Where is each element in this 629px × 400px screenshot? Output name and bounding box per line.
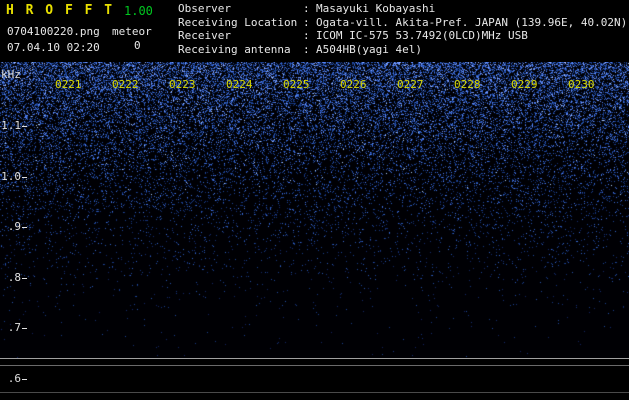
station-info-label: Receiving antenna (178, 42, 291, 56)
hrofft-screen: H R O F F T 1.00 0704100220.png meteor 0… (0, 0, 629, 400)
freq-tick-label: 1.0 (1, 170, 21, 183)
app-title: H R O F F T (6, 3, 115, 18)
time-tick-label: 0224 (226, 78, 253, 91)
freq-tick-mark (22, 327, 27, 329)
time-tick-label: 0229 (511, 78, 538, 91)
freq-tick: .8 (0, 272, 27, 284)
station-info-separator: : (303, 29, 310, 42)
freq-tick: .9 (0, 221, 27, 233)
station-info-label: Observer (178, 2, 231, 15)
signal-strip-line (0, 365, 629, 366)
time-tick-label: 0222 (112, 78, 139, 91)
station-info-label: Receiver (178, 29, 231, 42)
spectrogram-canvas (0, 62, 629, 358)
signal-strip-line (0, 392, 629, 393)
station-info-separator: : (303, 42, 310, 56)
time-tick-label: 0221 (55, 78, 82, 91)
time-tick-label: 0230 (568, 78, 595, 91)
freq-tick: .7 (0, 322, 27, 334)
freq-tick-mark (22, 277, 27, 279)
freq-tick-label: .6 (7, 372, 21, 385)
station-info-separator: : (303, 15, 310, 29)
freq-tick-label: 1.1 (1, 119, 21, 132)
freq-tick-mark (22, 125, 27, 127)
freq-axis-unit: kHz (1, 68, 21, 81)
station-info-row: Receiver: ICOM IC-575 53.7492(0LCD)MHz US… (178, 29, 627, 43)
time-tick-label: 0225 (283, 78, 310, 91)
station-info-value: A504HB(yagi 4el) (316, 42, 422, 56)
station-info-row: Receiving antenna: A504HB(yagi 4el) (178, 43, 627, 57)
station-info-value: Masayuki Kobayashi (316, 2, 436, 15)
freq-tick: 1.1 (0, 120, 27, 132)
time-tick-label: 0226 (340, 78, 367, 91)
freq-tick: 1.0 (0, 171, 27, 183)
signal-strip-line (0, 358, 629, 359)
app-version: 1.00 (124, 4, 153, 18)
meteor-counter-value: 0 (134, 39, 141, 52)
freq-tick-mark (22, 378, 27, 380)
station-info: Observer: Masayuki Kobayashi Receiving Loc… (178, 2, 627, 56)
station-info-row: Receiving Location: Ogata-vill. Akita-Pre… (178, 16, 627, 30)
filename: 0704100220.png (7, 25, 100, 38)
station-info-value: Ogata-vill. Akita-Pref. JAPAN (139.96E, … (316, 15, 628, 29)
time-tick-label: 0227 (397, 78, 424, 91)
station-info-separator: : (303, 2, 310, 15)
station-info-row: Observer: Masayuki Kobayashi (178, 2, 627, 16)
timestamp: 07.04.10 02:20 (7, 41, 100, 54)
station-info-value: ICOM IC-575 53.7492(0LCD)MHz USB (316, 29, 528, 42)
freq-tick-mark (22, 176, 27, 178)
freq-tick-label: .8 (7, 271, 21, 284)
station-info-label: Receiving Location (178, 15, 298, 29)
freq-tick: .6 (0, 373, 27, 385)
freq-tick-label: .7 (7, 321, 21, 334)
time-tick-label: 0228 (454, 78, 481, 91)
time-tick-label: 0223 (169, 78, 196, 91)
freq-tick-mark (22, 226, 27, 228)
meteor-counter-label: meteor (112, 25, 152, 38)
freq-tick-label: .9 (7, 220, 21, 233)
